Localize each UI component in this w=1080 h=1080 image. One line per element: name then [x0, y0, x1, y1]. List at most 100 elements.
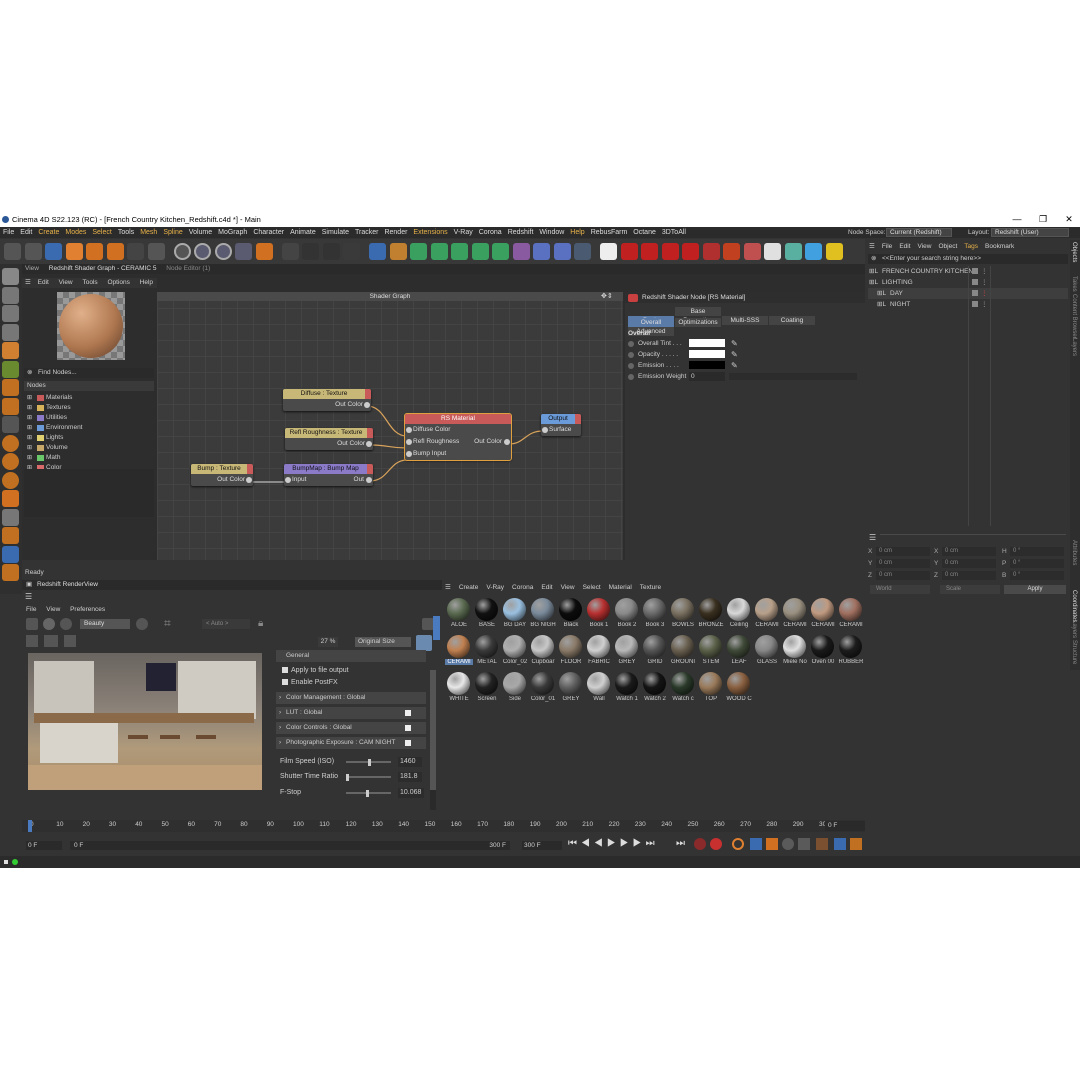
fstop-field[interactable]: 10.068	[398, 788, 424, 798]
lock-icon[interactable]: 🔒︎	[258, 618, 263, 629]
color-swatch[interactable]	[689, 361, 725, 369]
port-input-out[interactable]: Input Out	[284, 474, 373, 486]
workplane-icon[interactable]	[2, 305, 19, 322]
coord-field[interactable]: 0 cm	[942, 571, 996, 580]
side-tab-structure[interactable]: Structure	[1071, 640, 1077, 664]
node-category-lights[interactable]: ⊞ Lights	[24, 433, 154, 443]
keyframe-radio-icon[interactable]	[628, 352, 634, 358]
menu-view[interactable]: View	[59, 279, 73, 286]
node-bump-texture[interactable]: Bump : Texture Out Color	[191, 464, 253, 486]
expand-icon[interactable]: ⊞	[27, 393, 32, 403]
material-swatch[interactable]: Side	[501, 670, 529, 707]
tab-node-editor[interactable]: Node Editor (1)	[166, 265, 210, 272]
bulb-icon[interactable]	[600, 243, 617, 260]
menu-volume[interactable]: Volume	[189, 227, 212, 238]
mat-menu-create[interactable]: Create	[459, 584, 479, 591]
keyframe-radio-icon[interactable]	[628, 363, 634, 369]
attr-tab-base-properties[interactable]: Base Properties	[675, 307, 721, 324]
z-axis-icon[interactable]	[214, 243, 232, 260]
emission-weight-field[interactable]: 0	[689, 372, 725, 381]
material-swatch[interactable]: ALOE	[445, 596, 473, 633]
material-swatch[interactable]: WHITE	[445, 670, 473, 707]
paint-icon[interactable]	[2, 545, 19, 563]
menu-tools[interactable]: Tools	[82, 279, 97, 286]
menu-tools[interactable]: Tools	[118, 227, 134, 238]
eyedropper-icon[interactable]: ✎	[731, 349, 738, 360]
material-swatch[interactable]: TOP	[697, 670, 725, 707]
object-menu-icon[interactable]: ☰	[869, 243, 875, 250]
node-diffuse-texture[interactable]: Diffuse : Texture Out Color	[283, 389, 371, 411]
coord-field[interactable]: 0 cm	[876, 547, 930, 556]
pen-icon[interactable]	[389, 243, 407, 260]
port-out-color[interactable]: Out Color	[285, 438, 373, 450]
layer-dots-icon[interactable]: ⋮	[981, 299, 988, 310]
material-swatch[interactable]: LEAF	[725, 633, 753, 670]
close-button[interactable]: ✕	[1062, 212, 1076, 227]
rv-section-3[interactable]: Photographic Exposure : CAM NIGHT ›	[276, 737, 426, 749]
coord-field[interactable]: 0 °	[1010, 547, 1064, 556]
side-tab-layers[interactable]: Layers	[1071, 620, 1077, 638]
visibility-icon[interactable]	[972, 301, 978, 307]
material-swatch[interactable]: METAL	[473, 633, 501, 670]
render-view-icon[interactable]	[302, 243, 319, 260]
menu-window[interactable]: Window	[539, 227, 564, 238]
port-surface[interactable]: Surface	[541, 424, 581, 436]
timeline-icon[interactable]	[834, 838, 846, 850]
move-icon[interactable]	[65, 243, 83, 260]
scale-key-icon[interactable]	[766, 838, 778, 850]
material-swatch[interactable]: Oven 00	[809, 633, 837, 670]
rv-menu-file[interactable]: File	[26, 606, 36, 613]
redo-icon[interactable]	[24, 243, 42, 260]
world-select[interactable]: World	[870, 585, 930, 594]
end-frame-field[interactable]: 300 F	[522, 841, 562, 850]
material-swatch[interactable]: Book 2	[613, 596, 641, 633]
node-category-textures[interactable]: ⊞ Textures	[24, 403, 154, 413]
autokey-icon[interactable]	[710, 838, 722, 850]
obj-menu-object[interactable]: Object	[939, 243, 958, 250]
rv-section-2[interactable]: Color Controls : Global ›	[276, 722, 426, 734]
mat-menu-edit[interactable]: Edit	[541, 584, 552, 591]
camera-icon[interactable]	[26, 618, 38, 630]
mat-menu-material[interactable]: Material	[609, 584, 632, 591]
material-swatch[interactable]: CERAMI	[753, 596, 781, 633]
material-swatch[interactable]: Watch c	[669, 670, 697, 707]
redshift-render-icon[interactable]	[641, 243, 658, 260]
redshift-material-icon[interactable]	[661, 243, 679, 260]
color-swatch[interactable]	[689, 350, 725, 358]
grid-icon[interactable]	[2, 508, 19, 526]
visibility-icon[interactable]	[972, 268, 978, 274]
coord-field[interactable]: 0 cm	[942, 547, 996, 556]
menu-modes[interactable]: Modes	[65, 227, 86, 238]
solo-2-icon[interactable]	[2, 471, 19, 489]
mat-menu-select[interactable]: Select	[583, 584, 601, 591]
material-swatch[interactable]: CERAMI	[809, 596, 837, 633]
layer-dots-icon[interactable]: ⋮	[981, 277, 988, 288]
section-general[interactable]: General	[276, 650, 426, 662]
menu-file[interactable]: File	[3, 227, 14, 238]
menu-rebusfarm[interactable]: RebusFarm	[591, 227, 628, 238]
expand-icon[interactable]: ⊞	[27, 453, 32, 463]
visibility-icon[interactable]	[972, 279, 978, 285]
film-speed-field[interactable]: 1460	[398, 757, 422, 767]
material-swatch[interactable]: GREY	[613, 633, 641, 670]
port-out-color[interactable]: Out Color	[283, 399, 371, 411]
workflow-icon[interactable]	[2, 564, 19, 581]
expand-icon[interactable]: ⊞	[27, 413, 32, 423]
port-refl-roughness[interactable]: Refl Roughness Out Color	[405, 436, 511, 448]
keyframe-radio-icon[interactable]	[628, 341, 634, 347]
shader-graph-canvas[interactable]: Shader Graph ✥⇕ Diffuse : Texture Out Co…	[157, 292, 623, 560]
emission-weight-slider[interactable]	[729, 373, 857, 380]
redshift-proxy-icon[interactable]	[723, 243, 740, 260]
menu-edit[interactable]: Edit	[20, 227, 32, 238]
menu-create[interactable]: Create	[38, 227, 59, 238]
coord-field[interactable]: 0 °	[1010, 571, 1064, 580]
menu-select[interactable]: Select	[92, 227, 111, 238]
coord-field[interactable]: 0 cm	[942, 559, 996, 568]
obj-menu-edit[interactable]: Edit	[899, 243, 910, 250]
rv-menu-view[interactable]: View	[46, 606, 60, 613]
mat-menu-corona[interactable]: Corona	[512, 584, 533, 591]
material-swatch[interactable]: Book 1	[585, 596, 613, 633]
section-enable-checkbox[interactable]	[405, 740, 411, 746]
obj-menu-view[interactable]: View	[918, 243, 932, 250]
menu-simulate[interactable]: Simulate	[322, 227, 349, 238]
